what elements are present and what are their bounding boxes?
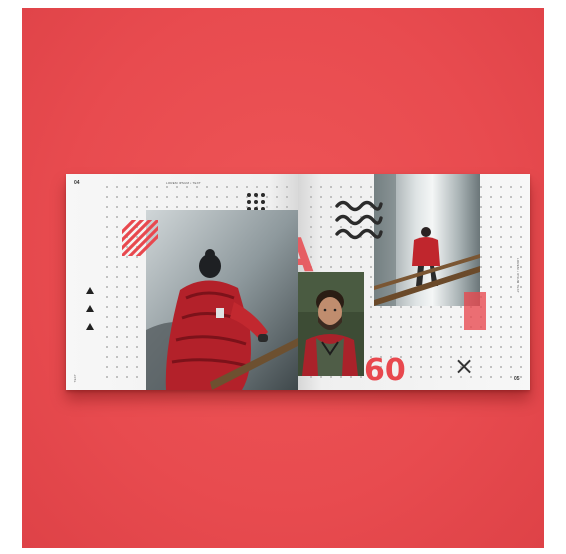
triangle-icon: [86, 323, 94, 330]
left-footer-label: TEXT: [73, 374, 77, 383]
hiker-illustration: [146, 210, 298, 390]
striped-square-icon: [122, 220, 158, 256]
display-number-60: 60: [364, 353, 406, 388]
portrait-photo: [298, 272, 364, 376]
right-side-text: LOREM • IPSUM TEXT: [516, 258, 520, 293]
portrait-illustration: [298, 272, 364, 376]
hiker-back-photo: [146, 210, 298, 390]
waterfall-photo: [374, 174, 480, 306]
wave-lines-icon: [335, 200, 383, 240]
triangle-icon: [86, 287, 94, 294]
triangle-icon: [86, 305, 94, 312]
waterfall-illustration: [374, 174, 480, 306]
red-block: [464, 292, 486, 330]
right-page: A 60 × LOREM • IPSUM TEXT 05: [298, 174, 530, 390]
close-cross-icon: ×: [454, 352, 475, 380]
display-letter-a: A: [298, 232, 314, 278]
left-page: 04 LOREM IPSUM • TEXT: [66, 174, 298, 390]
magazine-spread: 04 LOREM IPSUM • TEXT: [66, 174, 530, 390]
left-page-number: 04: [74, 180, 80, 186]
right-page-number: 05: [514, 376, 520, 382]
